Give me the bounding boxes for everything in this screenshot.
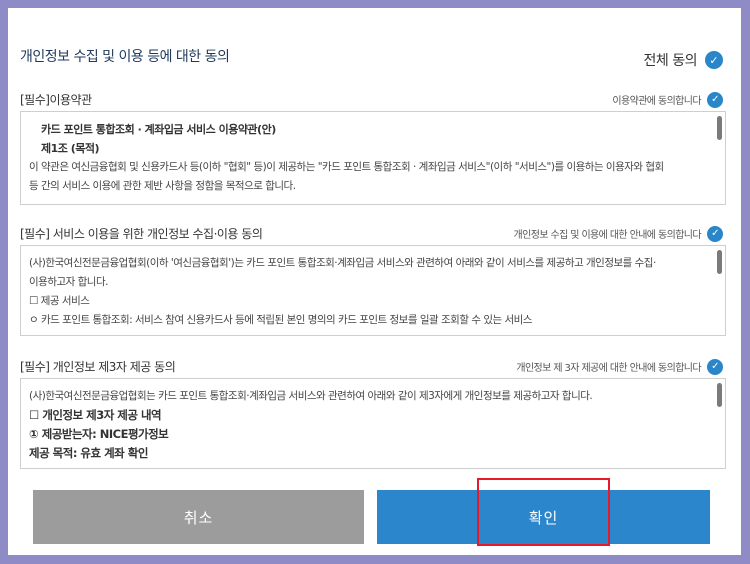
- third-party-agree-toggle[interactable]: 개인정보 제 3자 제공에 대한 안내에 동의합니다 ✓: [516, 358, 723, 375]
- confirm-button[interactable]: 확인: [377, 490, 710, 544]
- dialog-title: 개인정보 수집 및 이용 등에 대한 동의: [20, 49, 230, 65]
- terms-text-box[interactable]: 카드 포인트 통합조회 · 계좌입금 서비스 이용약관(안) 제1조 (목적) …: [20, 111, 726, 205]
- cancel-button[interactable]: 취소: [33, 490, 364, 544]
- section-collection-header: [필수] 서비스 이용을 위한 개인정보 수집·이용 동의 개인정보 수집 및 …: [20, 225, 723, 242]
- third-party-body-line: ① 제공받는자: NICE평가정보: [29, 427, 169, 441]
- third-party-body-line: ☐ 개인정보 제3자 제공 내역: [29, 408, 162, 422]
- terms-title-line: 카드 포인트 통합조회 · 계좌입금 서비스 이용약관(안): [41, 123, 276, 136]
- check-circle-icon[interactable]: ✓: [707, 91, 723, 108]
- check-circle-icon[interactable]: ✓: [705, 51, 723, 69]
- agree-text: 이용약관에 동의합니다: [612, 96, 701, 107]
- terms-body-line: 이 약관은 여신금융협회 및 신용카드사 등(이하 "협회" 등)이 제공하는 …: [29, 161, 664, 173]
- third-party-text-box[interactable]: (사)한국여신전문금융업협회는 카드 포인트 통합조회·계좌입금 서비스와 관련…: [20, 378, 726, 469]
- third-party-body-line: 제공 목적: 유효 계좌 확인: [29, 446, 148, 460]
- collection-text-box[interactable]: (사)한국여신전문금융업협회(이하 '여신금융협회')는 카드 포인트 통합조회…: [20, 245, 726, 336]
- collection-body-line: ☐ 제공 서비스: [29, 295, 90, 307]
- third-party-body-line: (사)한국여신전문금융업협회는 카드 포인트 통합조회·계좌입금 서비스와 관련…: [29, 390, 593, 402]
- agree-text: 개인정보 제 3자 제공에 대한 안내에 동의합니다: [516, 363, 701, 374]
- all-agree-label: 전체 동의: [643, 53, 698, 69]
- agree-text: 개인정보 수집 및 이용에 대한 안내에 동의합니다: [513, 230, 702, 241]
- scrollbar-thumb[interactable]: [717, 250, 722, 274]
- scrollbar-thumb[interactable]: [717, 383, 722, 407]
- section-terms-header: [필수]이용약관 이용약관에 동의합니다 ✓: [20, 91, 723, 108]
- all-agree-toggle[interactable]: 전체 동의 ✓: [644, 50, 723, 70]
- terms-agree-toggle[interactable]: 이용약관에 동의합니다 ✓: [612, 91, 723, 108]
- check-circle-icon[interactable]: ✓: [707, 225, 723, 242]
- section-heading: [필수] 개인정보 제3자 제공 동의: [20, 360, 176, 374]
- collection-body-line: ㅇ 카드 포인트 통합조회: 서비스 참여 신용카드사 등에 적립된 본인 명의…: [29, 314, 532, 326]
- collection-body-line: 이용하고자 합니다.: [29, 276, 108, 288]
- check-circle-icon[interactable]: ✓: [707, 358, 723, 375]
- collection-body-line: (사)한국여신전문금융업협회(이하 '여신금융협회')는 카드 포인트 통합조회…: [29, 257, 656, 269]
- section-heading: [필수] 서비스 이용을 위한 개인정보 수집·이용 동의: [20, 227, 263, 241]
- collection-agree-toggle[interactable]: 개인정보 수집 및 이용에 대한 안내에 동의합니다 ✓: [513, 225, 723, 242]
- section-third-party-header: [필수] 개인정보 제3자 제공 동의 개인정보 제 3자 제공에 대한 안내에…: [20, 358, 723, 375]
- terms-article-line: 제1조 (목적): [41, 142, 100, 155]
- consent-dialog: 개인정보 수집 및 이용 등에 대한 동의 전체 동의 ✓ [필수]이용약관 이…: [8, 8, 741, 555]
- section-heading: [필수]이용약관: [20, 93, 92, 107]
- scrollbar-thumb[interactable]: [717, 116, 722, 140]
- terms-body-line: 등 간의 서비스 이용에 관한 제반 사항을 정함을 목적으로 합니다.: [29, 180, 296, 192]
